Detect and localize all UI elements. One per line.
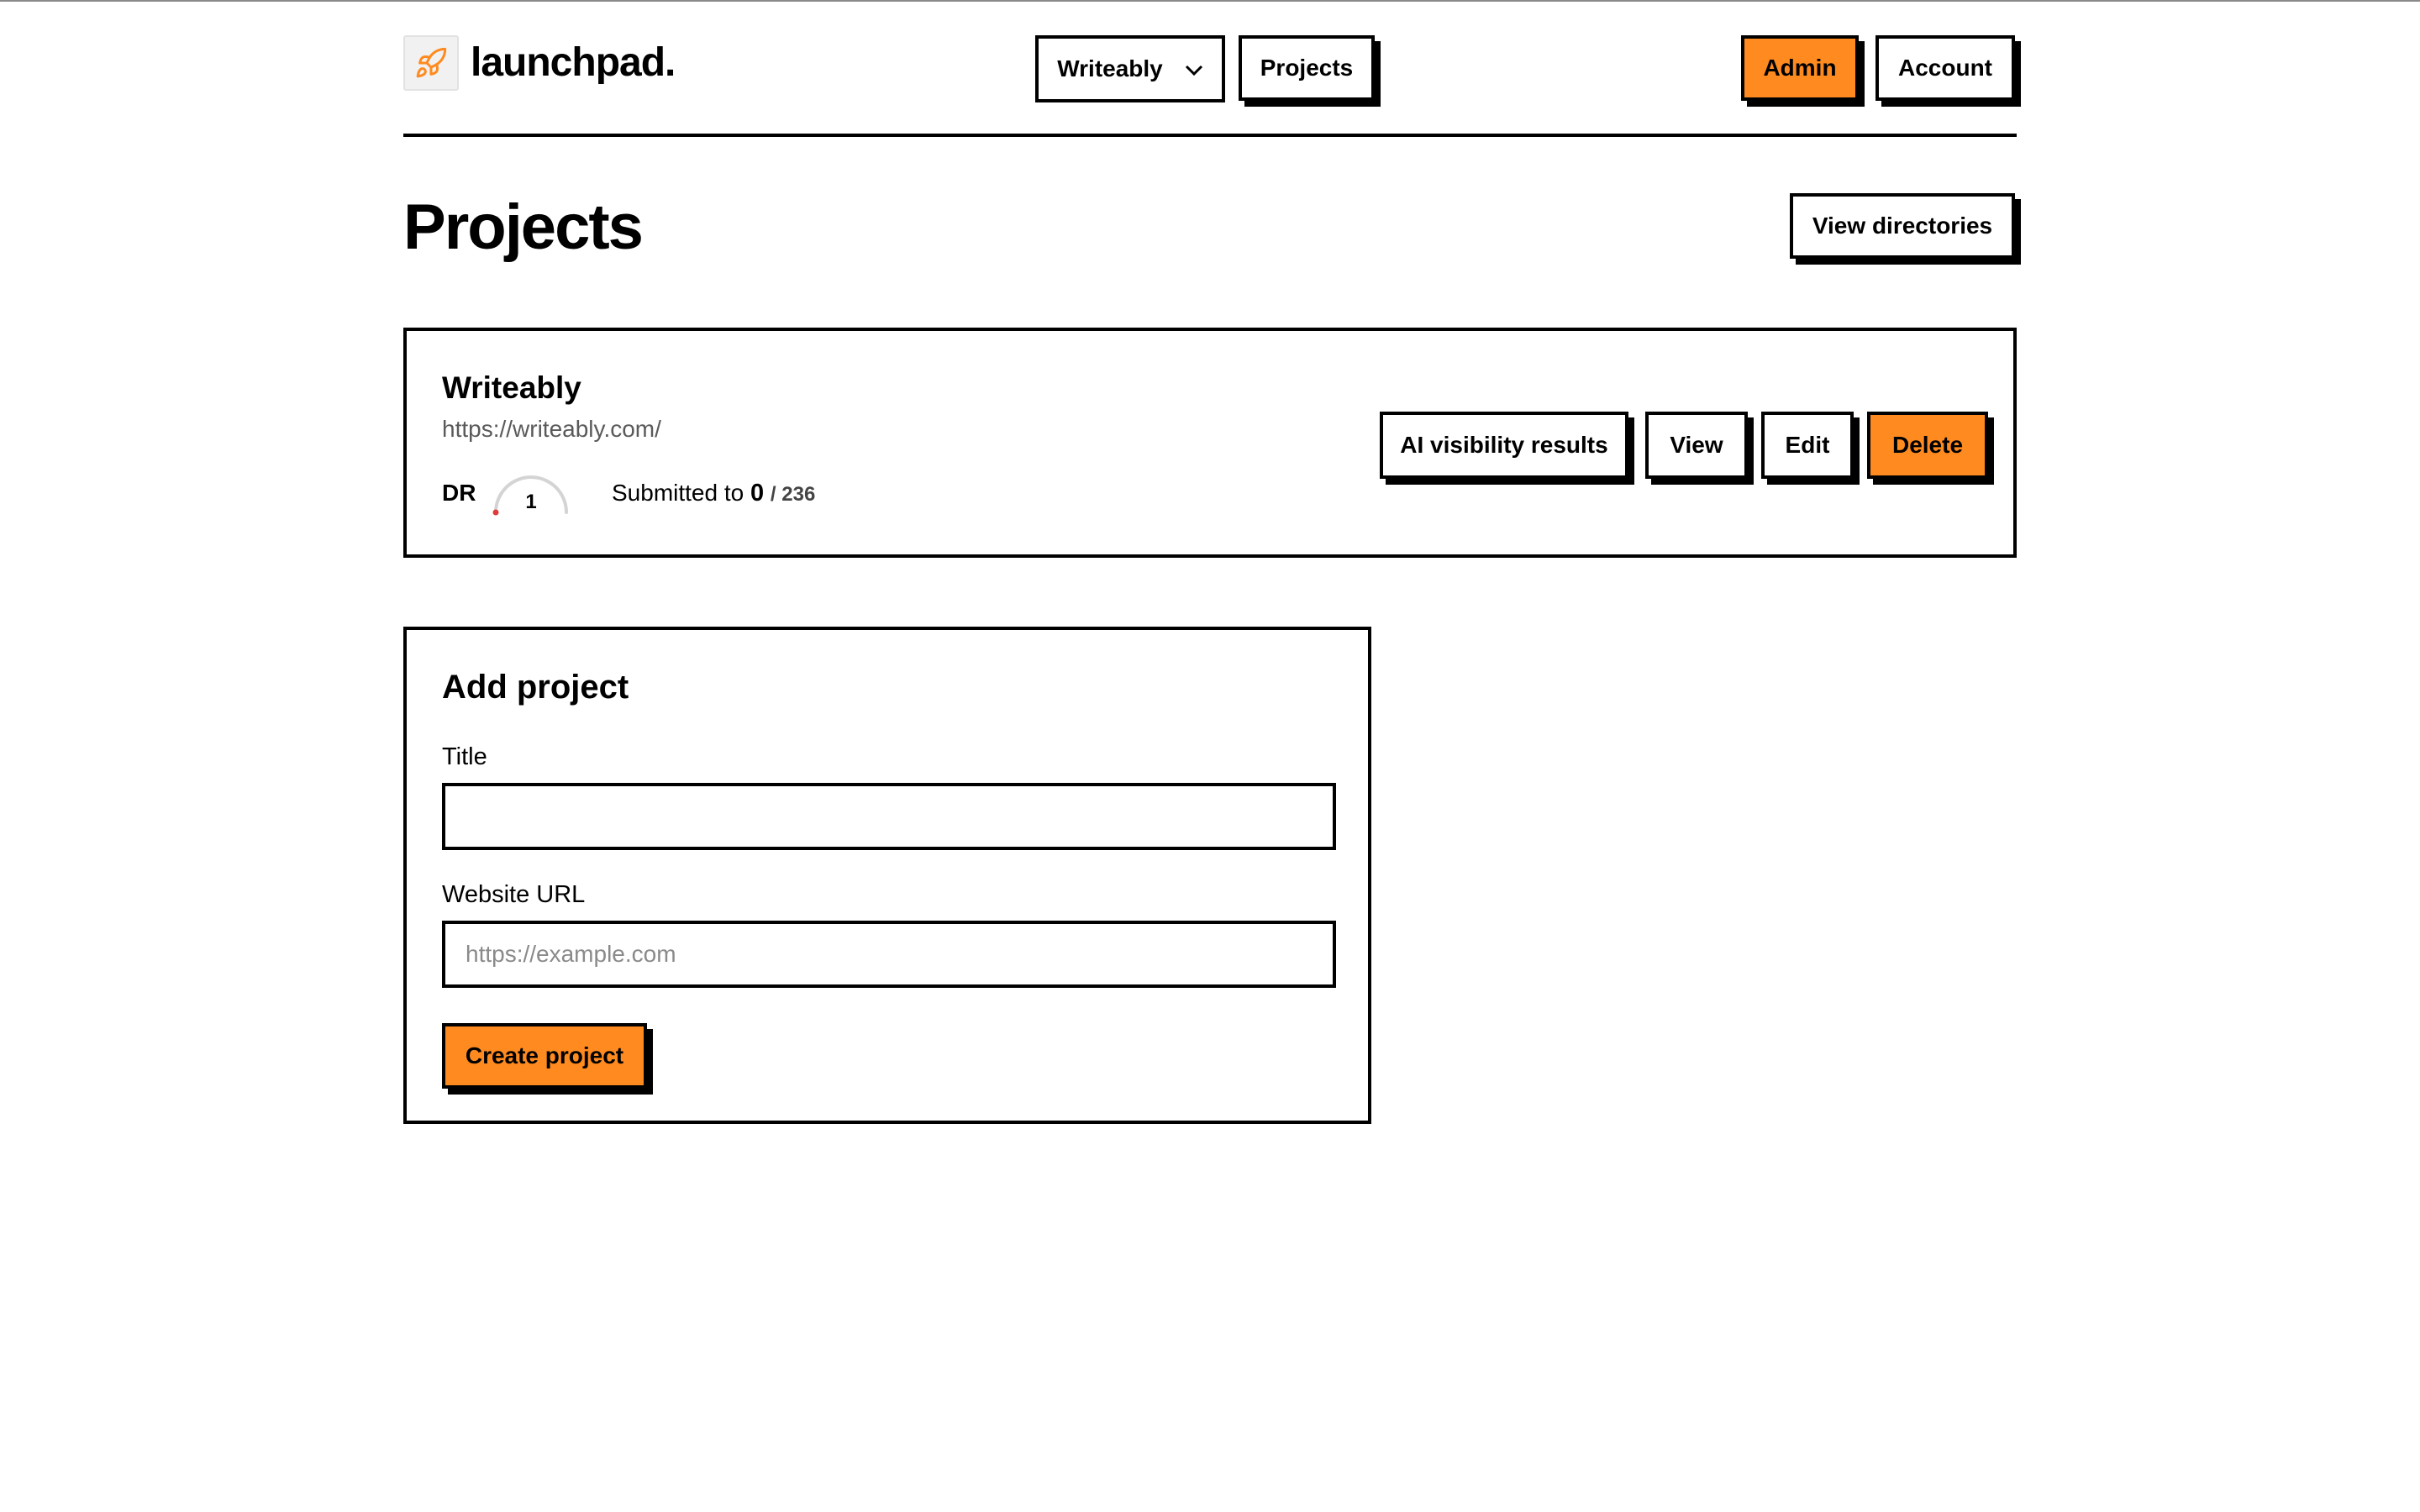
- project-card: Writeably https://writeably.com/ DR 1 Su…: [403, 328, 2017, 558]
- submitted-count: 0: [750, 480, 765, 507]
- project-name: Writeably: [442, 370, 581, 405]
- submitted-total: / 236: [770, 483, 816, 506]
- edit-project-button[interactable]: Edit: [1761, 412, 1854, 479]
- title-field-label: Title: [442, 743, 487, 770]
- dr-label: DR: [442, 480, 476, 506]
- add-project-card: Add project Title Website URL Create pro…: [403, 627, 1371, 1124]
- ai-visibility-results-button[interactable]: AI visibility results: [1380, 412, 1628, 479]
- rocket-logo-icon[interactable]: [403, 35, 459, 91]
- create-project-button[interactable]: Create project: [442, 1023, 647, 1089]
- admin-button[interactable]: Admin: [1741, 35, 1859, 101]
- view-directories-button[interactable]: View directories: [1790, 193, 2015, 259]
- project-url: https://writeably.com/: [442, 416, 661, 442]
- add-project-title: Add project: [442, 669, 629, 706]
- project-selector-label: Writeably: [1057, 55, 1163, 81]
- page-title: Projects: [403, 192, 644, 263]
- website-url-field-label: Website URL: [442, 881, 586, 908]
- delete-project-button[interactable]: Delete: [1867, 412, 1988, 479]
- chevron-down-icon: [1185, 55, 1203, 82]
- projects-nav-button[interactable]: Projects: [1239, 35, 1375, 101]
- dr-gauge: 1: [491, 470, 571, 517]
- brand-name[interactable]: launchpad.: [471, 32, 676, 94]
- submission-status: Submitted to 0 / 236: [612, 479, 815, 509]
- title-input[interactable]: [442, 783, 1336, 850]
- view-project-button[interactable]: View: [1645, 412, 1748, 479]
- submitted-label: Submitted to: [612, 480, 744, 506]
- dr-value: 1: [525, 491, 537, 513]
- page-container: launchpad. Writeably Projects Admin Acco…: [403, 2, 2017, 1124]
- account-button[interactable]: Account: [1876, 35, 2015, 101]
- website-url-input[interactable]: [442, 921, 1336, 988]
- project-selector-dropdown[interactable]: Writeably: [1035, 35, 1225, 102]
- top-nav: launchpad. Writeably Projects Admin Acco…: [403, 2, 2017, 137]
